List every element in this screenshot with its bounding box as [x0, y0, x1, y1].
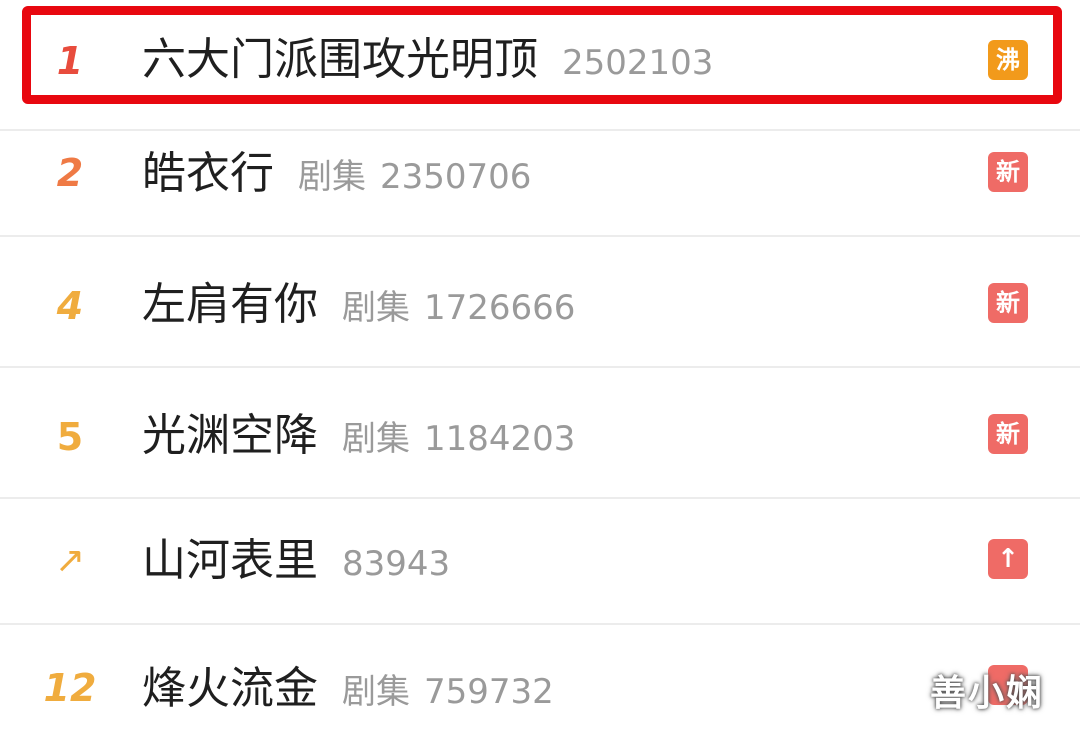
new-badge-icon: 新: [988, 414, 1028, 454]
new-badge-icon: 新: [988, 152, 1028, 192]
category-label: 剧集: [342, 419, 410, 459]
item-title[interactable]: 烽火流金: [142, 663, 318, 714]
heat-count: 1726666: [424, 288, 576, 328]
category-label: 剧集: [298, 157, 366, 197]
rank-number: 2: [56, 151, 84, 195]
rank-number: 12: [43, 666, 97, 710]
item-title-group: 烽火流金 剧集 759732: [142, 667, 554, 711]
item-title[interactable]: 皓衣行: [142, 148, 274, 199]
category-label: 剧集: [342, 672, 410, 712]
heat-count: 83943: [342, 544, 451, 584]
item-title[interactable]: 六大门派围攻光明顶: [142, 34, 538, 85]
list-item[interactable]: 5 光渊空降 剧集 1184203 新: [0, 368, 1080, 499]
category-label: 剧集: [342, 288, 410, 328]
list-item[interactable]: 12 烽火流金 剧集 759732: [0, 625, 1080, 734]
heat-count: 1184203: [424, 419, 576, 459]
list-item[interactable]: ↗ 山河表里 83943 ↑: [0, 499, 1080, 625]
item-title-group: 光渊空降 剧集 1184203: [142, 414, 575, 458]
item-title[interactable]: 光渊空降: [142, 410, 318, 461]
watermark: 善小娴: [930, 673, 1045, 714]
hot-search-list: 1 六大门派围攻光明顶 2502103 沸 2 皓衣行 剧集 2350706 新 4 …: [0, 0, 1080, 734]
item-title[interactable]: 山河表里: [142, 535, 318, 586]
item-title[interactable]: 左肩有你: [142, 279, 318, 330]
rank-number: 5: [56, 415, 84, 459]
item-title-group: 六大门派围攻光明顶 2502103: [142, 38, 713, 82]
rank-number: 4: [56, 284, 84, 328]
item-title-group: 山河表里 83943: [142, 539, 450, 583]
hot-badge-icon: 沸: [988, 40, 1028, 80]
rank-number: 1: [56, 39, 84, 83]
new-badge-icon: 新: [988, 283, 1028, 323]
list-item[interactable]: 2 皓衣行 剧集 2350706 新: [0, 106, 1080, 237]
rising-badge-icon: ↑: [988, 539, 1028, 579]
item-title-group: 左肩有你 剧集 1726666: [142, 283, 575, 327]
heat-count: 2502103: [562, 43, 714, 83]
list-item[interactable]: 4 左肩有你 剧集 1726666 新: [0, 237, 1080, 368]
rising-arrow-icon: ↗: [54, 540, 86, 581]
heat-count: 759732: [424, 672, 554, 712]
heat-count: 2350706: [380, 157, 532, 197]
item-title-group: 皓衣行 剧集 2350706: [142, 152, 531, 196]
